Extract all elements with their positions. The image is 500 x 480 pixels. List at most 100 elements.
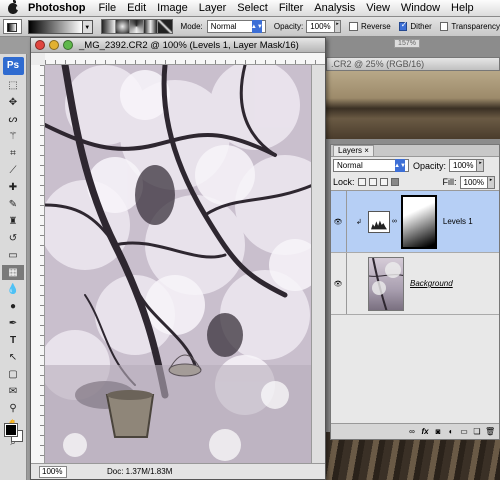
dither-checkbox[interactable] — [398, 20, 408, 31]
new-group-icon[interactable]: ▭ — [459, 427, 469, 437]
new-layer-icon[interactable]: ❏ — [472, 427, 482, 437]
slice-icon[interactable]: ⟋ — [2, 163, 24, 178]
ps-logo-icon[interactable]: Ps — [2, 57, 24, 75]
vertical-ruler[interactable] — [31, 65, 45, 463]
type-icon[interactable]: T — [2, 333, 24, 348]
menu-view[interactable]: View — [366, 2, 390, 14]
layer-row-levels[interactable]: 👁 ↲ ∞ Levels 1 — [331, 191, 499, 253]
layer-name-levels[interactable]: Levels 1 — [443, 217, 473, 226]
linear-gradient-icon[interactable] — [101, 20, 116, 33]
close-icon[interactable]: × — [364, 146, 369, 155]
pen-icon[interactable]: ✒ — [2, 316, 24, 331]
angle-gradient-icon[interactable] — [129, 20, 144, 33]
apple-icon[interactable] — [8, 0, 20, 14]
layer-name-background[interactable]: Background — [410, 279, 453, 288]
lasso-icon[interactable]: ᔕ — [2, 112, 24, 127]
reflected-gradient-icon[interactable] — [143, 20, 158, 33]
chain-link-icon[interactable]: ∞ — [392, 218, 397, 225]
infrared-tree-photo — [45, 65, 313, 463]
transparency-checkbox[interactable] — [439, 22, 449, 31]
magic-wand-icon[interactable]: ⚚ — [2, 129, 24, 144]
opacity-input[interactable]: 100% — [306, 20, 335, 33]
eye-icon[interactable]: 👁 — [333, 218, 343, 226]
background-layer-thumbnail[interactable] — [368, 256, 404, 311]
zoom-window-icon[interactable] — [63, 40, 73, 50]
fill-stepper[interactable]: ▸ — [487, 175, 495, 189]
layer-opacity-label: Opacity: — [413, 160, 447, 171]
image-canvas[interactable] — [45, 65, 313, 463]
gradient-picker[interactable] — [28, 19, 84, 34]
menu-file[interactable]: File — [98, 2, 116, 14]
document-window: _MG_2392.CR2 @ 100% (Levels 1, Layer Mas… — [30, 37, 326, 480]
zoom-level-field[interactable]: 100% — [39, 465, 67, 478]
opacity-stepper[interactable]: ▸ — [334, 20, 342, 33]
link-layers-icon[interactable]: ∞ — [407, 427, 417, 437]
toolbox: Ps ⬚ ✥ ᔕ ⚚ ⌗ ⟋ ✚ ✎ ♜ ↺ ▭ ▦ 💧 ● ✒ T ↖ ▢ ✉… — [0, 54, 27, 480]
eyedropper-icon[interactable]: ⚲ — [2, 401, 24, 416]
lock-position-icon[interactable] — [379, 178, 388, 186]
horizontal-ruler[interactable] — [45, 53, 325, 65]
mode-select[interactable]: Normal ▲▼ — [206, 20, 266, 33]
radial-gradient-icon[interactable] — [115, 20, 130, 33]
path-select-icon[interactable]: ↖ — [2, 350, 24, 365]
layer-mask-thumbnail[interactable] — [400, 194, 437, 249]
blend-row: Normal ▲▼ Opacity: 100% ▸ — [331, 157, 499, 174]
menu-window[interactable]: Window — [401, 2, 440, 14]
lock-transparency-icon[interactable] — [357, 178, 366, 186]
menu-layer[interactable]: Layer — [199, 2, 227, 14]
menu-select[interactable]: Select — [237, 2, 268, 14]
fill-input[interactable]: 100% — [459, 175, 488, 189]
dodge-icon[interactable]: ● — [2, 299, 24, 314]
document-titlebar[interactable]: _MG_2392.CR2 @ 100% (Levels 1, Layer Mas… — [31, 38, 325, 53]
menu-image[interactable]: Image — [157, 2, 188, 14]
layer-opacity-stepper[interactable]: ▸ — [477, 159, 485, 172]
menu-app-photoshop[interactable]: Photoshop — [28, 2, 85, 14]
tool-preset-picker[interactable] — [3, 19, 23, 34]
adjustment-layer-icon[interactable]: ◐ — [446, 427, 456, 437]
reverse-checkbox[interactable] — [349, 22, 358, 31]
eye-icon[interactable]: 👁 — [333, 280, 343, 288]
reverse-label: Reverse — [360, 22, 391, 31]
brush-icon[interactable]: ✎ — [2, 197, 24, 212]
trash-icon[interactable]: 🗑 — [485, 427, 495, 437]
blend-mode-value: Normal — [337, 161, 363, 170]
tab-layers[interactable]: Layers × — [333, 145, 374, 156]
lock-label: Lock: — [333, 177, 355, 187]
layers-panel: Layers × Normal ▲▼ Opacity: 100% ▸ Lock:… — [330, 144, 500, 440]
levels-adjustment-icon[interactable] — [367, 210, 390, 233]
menu-analysis[interactable]: Analysis — [314, 2, 355, 14]
blur-icon[interactable]: 💧 — [2, 282, 24, 297]
blend-mode-select[interactable]: Normal ▲▼ — [333, 159, 409, 172]
gradient-style-buttons[interactable] — [100, 19, 173, 34]
menu-help[interactable]: Help — [451, 2, 474, 14]
layer-style-icon[interactable]: fx — [420, 427, 430, 437]
menu-filter[interactable]: Filter — [279, 2, 303, 14]
menu-edit[interactable]: Edit — [127, 2, 146, 14]
healing-icon[interactable]: ✚ — [2, 180, 24, 195]
stamp-icon[interactable]: ♜ — [2, 214, 24, 229]
foreground-color-swatch[interactable] — [4, 423, 18, 437]
background-zoom-chip[interactable]: 157% — [394, 39, 420, 48]
layer-row-background[interactable]: 👁 Background — [331, 253, 499, 315]
diamond-gradient-icon[interactable] — [157, 20, 172, 33]
add-mask-icon[interactable]: ◙ — [433, 427, 443, 437]
chevron-down-icon: ▲▼ — [394, 159, 406, 172]
shape-icon[interactable]: ▢ — [2, 367, 24, 382]
crop-icon[interactable]: ⌗ — [2, 146, 24, 161]
history-brush-icon[interactable]: ↺ — [2, 231, 24, 246]
chevron-down-icon: ▲▼ — [251, 20, 263, 33]
lock-all-icon[interactable] — [390, 178, 399, 186]
document-size-readout[interactable]: Doc: 1.37M/1.83M — [107, 467, 172, 476]
minimize-icon[interactable] — [49, 40, 59, 50]
gradient-icon[interactable]: ▦ — [2, 265, 24, 280]
close-icon[interactable] — [35, 40, 45, 50]
lock-pixels-icon[interactable] — [368, 178, 377, 186]
move-icon[interactable]: ✥ — [2, 95, 24, 110]
marquee-icon[interactable]: ⬚ — [2, 78, 24, 93]
background-window-title[interactable]: .CR2 @ 25% (RGB/16) — [326, 57, 500, 71]
layer-opacity-input[interactable]: 100% — [449, 159, 478, 172]
vertical-scrollbar[interactable] — [311, 65, 325, 463]
eraser-icon[interactable]: ▭ — [2, 248, 24, 263]
notes-icon[interactable]: ✉ — [2, 384, 24, 399]
gradient-dropdown-arrow[interactable]: ▼ — [83, 19, 93, 34]
